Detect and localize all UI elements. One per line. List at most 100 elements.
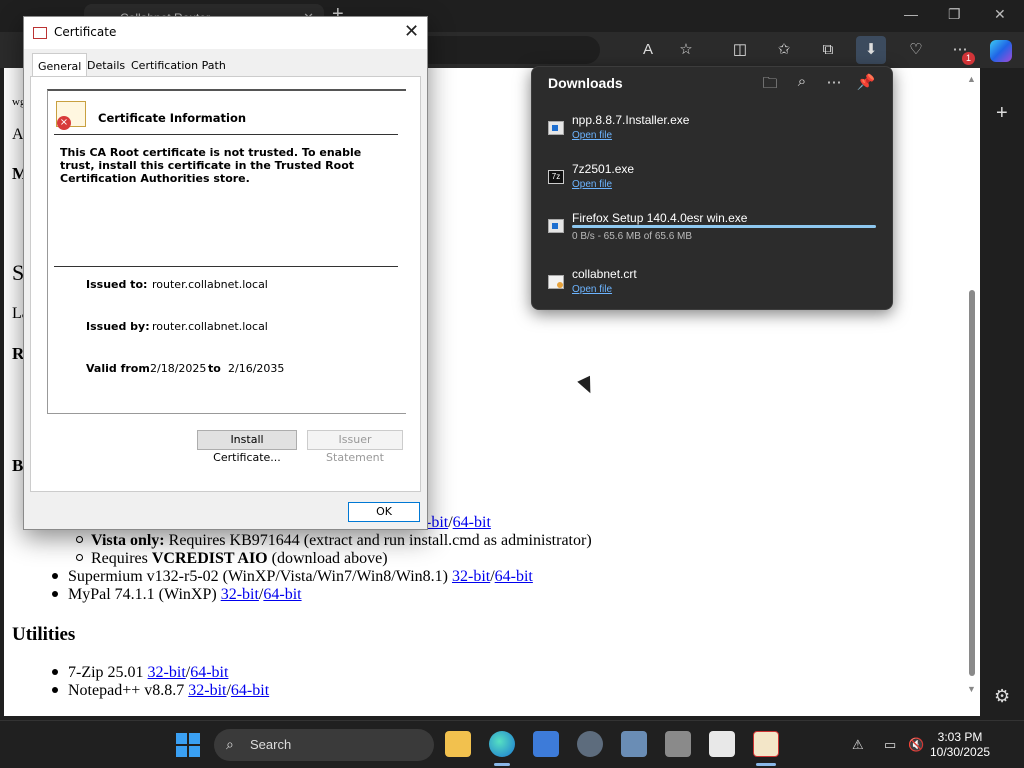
tab-certification-path[interactable]: Certification Path [126, 55, 231, 77]
list-item: Notepad++ v8.8.7 32-bit/64-bit [52, 682, 269, 700]
download-links-row: 32-bit/64-bit [410, 514, 491, 532]
bullet-disc [52, 591, 58, 597]
restore-icon[interactable]: ❐ [948, 6, 961, 23]
favorites-icon[interactable]: ✩ [774, 40, 794, 60]
sevenzip-32bit-link[interactable]: 32-bit [148, 664, 186, 681]
mypal-64bit-link[interactable]: 64-bit [263, 586, 301, 603]
search-icon[interactable]: ⌕ [792, 73, 812, 90]
scroll-thumb[interactable] [969, 290, 975, 676]
download-progress-fill [572, 225, 876, 228]
issued-by-label: Issued by: [86, 320, 150, 333]
supermium-64bit-link[interactable]: 64-bit [495, 568, 533, 585]
settings-app-icon[interactable] [577, 731, 603, 757]
taskbar: ⌕ Search ⚠ ▭ 🔇 3:03 PM 10/30/2025 [0, 720, 1024, 768]
trust-warning: This CA Root certificate is not trusted.… [60, 146, 362, 185]
network-offline-icon[interactable]: ⚠ [852, 737, 864, 753]
valid-to-value: 2/16/2035 [228, 362, 285, 375]
certificate-file-icon [548, 275, 564, 289]
copilot-icon[interactable] [990, 40, 1012, 62]
download-progress-bar [572, 225, 876, 228]
notepad-32bit-link[interactable]: 32-bit [188, 682, 226, 699]
download-filename: collabnet.crt [572, 267, 637, 281]
settings-gear-icon[interactable]: ⚙ [994, 686, 1010, 707]
taskbar-search[interactable]: ⌕ Search [214, 729, 434, 761]
mypal-text: MyPal 74.1.1 (WinXP) [68, 586, 221, 603]
desktop-app-icon[interactable] [533, 731, 559, 757]
vcredist-note: (download above) [267, 550, 388, 567]
minimize-icon[interactable]: — [904, 6, 918, 22]
supermium-32bit-link[interactable]: 32-bit [452, 568, 490, 585]
tab-general[interactable]: General [32, 53, 88, 77]
error-x-icon: × [57, 116, 71, 130]
system-app-icon[interactable] [665, 731, 691, 757]
list-item: Supermium v132-r5-02 (WinXP/Vista/Win7/W… [52, 568, 533, 586]
download-item[interactable]: collabnet.crt Open file [532, 267, 892, 311]
taskbar-clock[interactable]: 3:03 PM 10/30/2025 [930, 730, 990, 760]
pin-icon[interactable]: 📌 [856, 73, 876, 91]
certificate-app-icon[interactable] [753, 731, 779, 757]
collections-icon[interactable]: ⧉ [818, 40, 838, 60]
volume-muted-icon[interactable]: 🔇 [908, 737, 924, 753]
downloads-icon[interactable]: ⬇ [856, 36, 886, 64]
bullet-disc [52, 687, 58, 693]
link-64bit[interactable]: 64-bit [453, 514, 491, 531]
utilities-heading: Utilities [12, 624, 76, 645]
installer-file-icon [548, 219, 564, 233]
page-fragment: B [12, 456, 24, 475]
display-icon[interactable]: ▭ [884, 737, 896, 753]
open-file-link[interactable]: Open file [572, 130, 612, 141]
browser-essentials-icon[interactable]: ♡ [906, 40, 926, 60]
split-screen-icon[interactable]: ◫ [730, 40, 750, 60]
dialog-close-icon[interactable]: ✕ [404, 21, 419, 42]
download-status: 0 B/s - 65.6 MB of 65.6 MB [572, 231, 693, 242]
edge-browser-icon[interactable] [489, 731, 515, 757]
list-item: Vista only: Requires KB971644 (extract a… [76, 532, 592, 550]
supermium-text: Supermium v132-r5-02 (WinXP/Vista/Win7/W… [68, 568, 452, 585]
favorite-star-icon[interactable]: ☆ [676, 40, 696, 60]
download-item[interactable]: 7z 7z2501.exe Open file [532, 162, 892, 206]
certificate-icon [33, 27, 47, 39]
mypal-32bit-link[interactable]: 32-bit [221, 586, 259, 603]
vcredist-label: VCREDIST AIO [151, 550, 268, 567]
clock-time: 3:03 PM [937, 730, 983, 744]
valid-to-label: to [208, 362, 221, 375]
store-app-icon[interactable] [709, 731, 735, 757]
installer-file-icon [548, 121, 564, 135]
bullet-circle [76, 554, 83, 561]
vista-only-label: Vista only: [91, 532, 165, 549]
download-item[interactable]: npp.8.8.7.Installer.exe Open file [532, 113, 892, 157]
install-certificate-button[interactable]: Install Certificate... [197, 430, 297, 464]
vista-requirement: Requires KB971644 (extract and run insta… [164, 532, 592, 549]
download-filename: npp.8.8.7.Installer.exe [572, 113, 690, 127]
requires-text: Requires [91, 550, 152, 567]
active-indicator [494, 763, 510, 766]
add-sidebar-icon[interactable]: + [996, 102, 1008, 125]
sevenzip-64bit-link[interactable]: 64-bit [190, 664, 228, 681]
divider [54, 266, 398, 267]
ok-button[interactable]: OK [348, 502, 420, 522]
read-aloud-icon[interactable]: A [638, 40, 658, 60]
bullet-disc [52, 669, 58, 675]
more-options-icon[interactable]: ⋯ [824, 73, 844, 91]
open-file-link[interactable]: Open file [572, 284, 612, 295]
download-item[interactable]: Firefox Setup 140.4.0esr win.exe 0 B/s -… [532, 211, 892, 255]
info-title: Certificate Information [98, 111, 247, 125]
open-file-link[interactable]: Open file [572, 179, 612, 190]
downloads-panel: Downloads 🗀 ⌕ ⋯ 📌 npp.8.8.7.Installer.ex… [531, 66, 893, 310]
network-app-icon[interactable] [621, 731, 647, 757]
page-scrollbar[interactable]: ▲ ▼ [966, 72, 978, 696]
open-folder-icon[interactable]: 🗀 [760, 73, 780, 98]
issuer-statement-button[interactable]: Issuer Statement [307, 430, 403, 464]
list-item: 7-Zip 25.01 32-bit/64-bit [52, 664, 228, 682]
valid-from-label: Valid from [86, 362, 150, 375]
general-tab-panel: × Certificate Information This CA Root c… [30, 76, 421, 492]
file-explorer-icon[interactable] [445, 731, 471, 757]
notepad-64bit-link[interactable]: 64-bit [231, 682, 269, 699]
window-close-icon[interactable]: ✕ [994, 6, 1006, 23]
tab-details[interactable]: Details [82, 55, 130, 77]
issued-to-value: router.collabnet.local [152, 278, 268, 291]
downloads-title: Downloads [548, 75, 623, 91]
scroll-down-icon[interactable]: ▼ [967, 684, 976, 694]
scroll-up-icon[interactable]: ▲ [967, 74, 976, 84]
start-button[interactable] [176, 733, 200, 757]
